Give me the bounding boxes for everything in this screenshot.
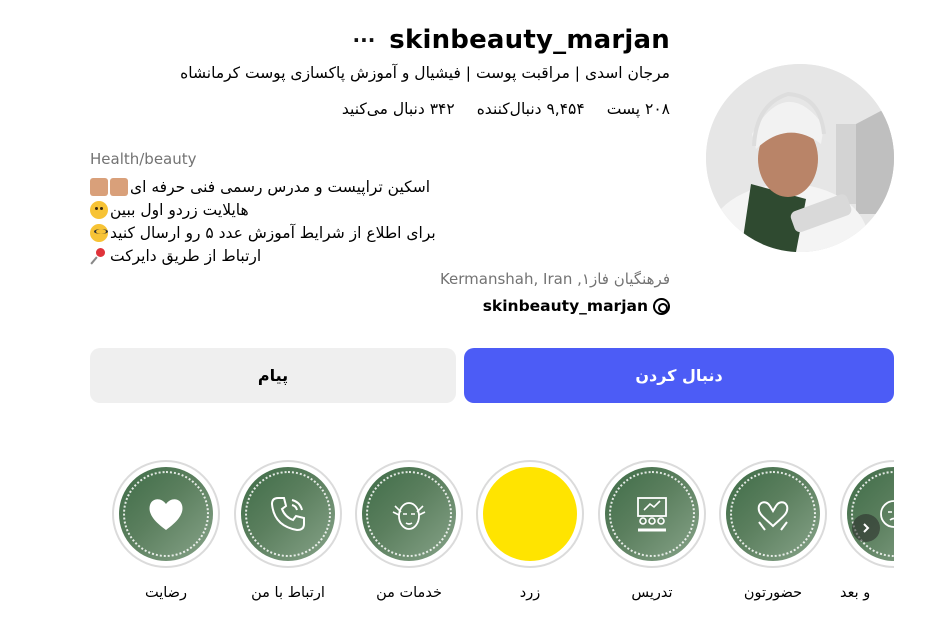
highlight-ring bbox=[476, 460, 584, 568]
highlight-ring bbox=[719, 460, 827, 568]
women-emoji-icon bbox=[110, 177, 128, 196]
highlight-ring bbox=[355, 460, 463, 568]
chevron-right-icon bbox=[863, 523, 870, 533]
threads-icon bbox=[653, 297, 670, 315]
highlight-label: تدریس bbox=[631, 585, 673, 601]
highlight-cover bbox=[726, 467, 820, 561]
username: skinbeauty_marjan bbox=[389, 25, 670, 55]
followers-count[interactable]: ۹,۴۵۴ دنبال‌کننده bbox=[477, 100, 585, 118]
story-highlights: رضایت ارتباط با من خدمات من زرد تدریس حض… bbox=[0, 460, 894, 620]
highlight-item[interactable]: رضایت bbox=[112, 460, 220, 601]
bio-text: اسکین تراپیست و مدرس رسمی فنی حرفه ای bbox=[130, 177, 431, 196]
profile-bio: اسکین تراپیست و مدرس رسمی فنی حرفه ای ها… bbox=[90, 175, 510, 267]
monocle-face-emoji-icon bbox=[90, 200, 108, 219]
highlight-label: رضایت bbox=[144, 585, 187, 601]
bio-line: ارتباط از طریق دایرکت bbox=[90, 244, 510, 267]
highlight-label: حضورتون bbox=[743, 585, 803, 601]
highlight-label: زرد bbox=[519, 585, 541, 601]
pushpin-emoji-icon bbox=[90, 247, 108, 265]
threads-handle: skinbeauty_marjan bbox=[482, 297, 648, 315]
bio-text: برای اطلاع از شرایط آموزش عدد ۵ رو ارسال… bbox=[110, 223, 436, 242]
highlight-label: و بعد bbox=[840, 585, 871, 601]
highlight-ring bbox=[598, 460, 706, 568]
highlight-cover bbox=[605, 467, 699, 561]
highlight-item[interactable]: حضورتون bbox=[719, 460, 827, 601]
more-options-icon[interactable]: ··· bbox=[353, 30, 376, 50]
highlight-cover bbox=[119, 467, 213, 561]
bio-text: هایلایت زردو اول ببین bbox=[110, 200, 249, 219]
profile-avatar[interactable] bbox=[706, 64, 894, 252]
highlight-ring bbox=[112, 460, 220, 568]
bio-text: ارتباط از طریق دایرکت bbox=[110, 246, 262, 265]
highlight-cover-yellow bbox=[483, 467, 577, 561]
username-row: ··· skinbeauty_marjan bbox=[353, 22, 671, 58]
phone-icon bbox=[270, 497, 305, 532]
message-button[interactable]: پیام bbox=[90, 348, 456, 403]
profile-category: Health/beauty bbox=[90, 150, 197, 168]
threads-link[interactable]: skinbeauty_marjan bbox=[483, 297, 670, 315]
following-count[interactable]: ۳۴۲ دنبال می‌کنید bbox=[342, 100, 455, 118]
follow-button[interactable]: دنبال کردن bbox=[464, 348, 894, 403]
heart-icon bbox=[149, 499, 183, 530]
bio-line: اسکین تراپیست و مدرس رسمی فنی حرفه ای bbox=[90, 175, 510, 198]
heart-hands-icon bbox=[757, 501, 789, 531]
highlight-cover bbox=[241, 467, 335, 561]
profile-location[interactable]: فرهنگیان فاز۱, Kermanshah, Iran bbox=[440, 270, 670, 288]
facial-icon bbox=[392, 502, 426, 530]
highlight-item[interactable]: ارتباط با من bbox=[234, 460, 342, 601]
bio-line: برای اطلاع از شرایط آموزش عدد ۵ رو ارسال… bbox=[90, 221, 510, 244]
highlight-ring bbox=[234, 460, 342, 568]
teaching-icon bbox=[637, 497, 667, 532]
wide-eyes-emoji-icon bbox=[90, 223, 108, 242]
highlight-label: خدمات من bbox=[376, 585, 442, 601]
bio-line: هایلایت زردو اول ببین bbox=[90, 198, 510, 221]
highlight-cover bbox=[362, 467, 456, 561]
profile-stats: ۲۰۸ پست ۹,۴۵۴ دنبال‌کننده ۳۴۲ دنبال می‌ک… bbox=[342, 100, 670, 118]
posts-count: ۲۰۸ پست bbox=[606, 100, 670, 118]
highlights-next-button[interactable] bbox=[852, 514, 880, 542]
highlight-item[interactable]: خدمات من bbox=[355, 460, 463, 601]
highlight-item[interactable]: زرد bbox=[476, 460, 584, 601]
avatar-photo bbox=[706, 64, 894, 252]
highlight-label: ارتباط با من bbox=[251, 585, 325, 601]
women-emoji-icon bbox=[90, 177, 108, 196]
highlight-item[interactable]: تدریس bbox=[598, 460, 706, 601]
full-name: مرجان اسدی | مراقبت پوست | فیشیال و آموز… bbox=[180, 64, 670, 82]
